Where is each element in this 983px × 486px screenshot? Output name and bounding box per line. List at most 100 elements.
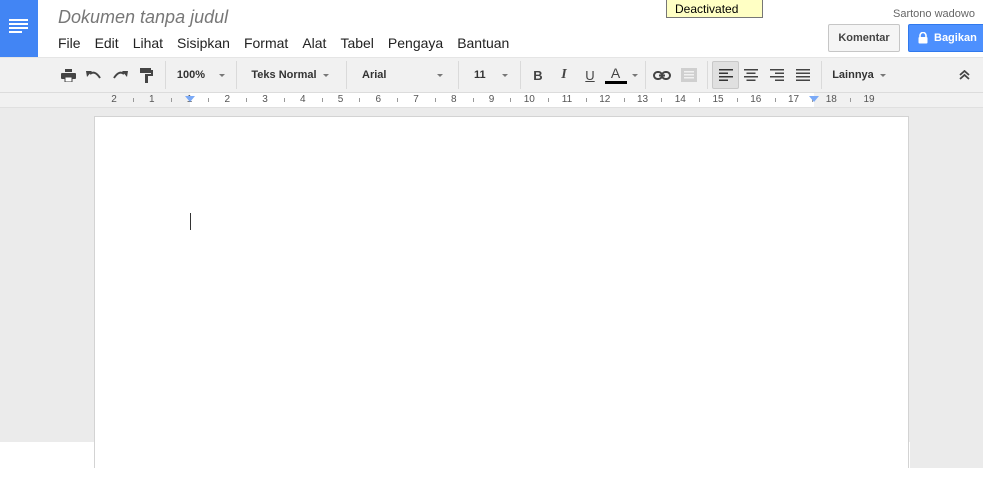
menu-insert[interactable]: Sisipkan [170,33,237,53]
ruler-tick [208,98,210,102]
menu-help[interactable]: Bantuan [450,33,516,53]
text-color-icon[interactable]: A [603,58,639,92]
ruler-tick [170,98,172,102]
align-left-icon[interactable] [712,61,739,89]
bold-label: B [533,67,543,83]
ruler-tick [472,98,474,102]
align-center-icon[interactable] [739,58,763,92]
chevron-down-icon [501,73,508,77]
ruler-label: 16 [750,94,762,105]
docs-logo-icon[interactable] [0,0,38,57]
paint-format-icon[interactable] [134,58,158,92]
document-page[interactable] [94,116,909,468]
underline-icon[interactable]: U [578,58,602,92]
undo-icon[interactable] [82,58,106,92]
comment-icon[interactable] [677,58,701,92]
tooltip: Deactivated [666,0,763,18]
ruler-tick [774,98,776,102]
ruler-tick [321,98,323,102]
menu-tools[interactable]: Alat [295,33,333,53]
ruler-tick [850,98,852,102]
menu-addons[interactable]: Pengaya [381,33,450,53]
ruler-label: 12 [599,94,611,105]
ruler-tick [736,98,738,102]
font-select[interactable]: Arial [356,58,448,92]
menu-table[interactable]: Tabel [333,33,380,53]
ruler-label: 6 [375,94,382,105]
ruler-label: 8 [450,94,457,105]
ruler-label: 14 [674,94,686,105]
collapse-icon[interactable] [952,58,976,92]
comment-button-label: Komentar [838,32,890,44]
share-button-label: Bagikan [934,32,977,44]
zoom-value: 100% [176,69,206,81]
ruler-tick [397,98,399,102]
ruler-label: 7 [413,94,419,105]
text-color-label: A [610,65,621,81]
underline-label: U [585,67,595,83]
more-label: Lainnya [832,69,874,81]
menu-file[interactable]: File [51,33,88,53]
ruler-tick [510,98,512,102]
ruler-label: 19 [863,94,875,105]
ruler-tick [283,98,285,102]
header: Dokumen tanpa judul File Edit Lihat Sisi… [0,0,983,57]
menu-format[interactable]: Format [237,33,295,53]
font-size-select[interactable]: 11 [466,58,516,92]
ruler-label: 17 [787,94,800,105]
menu-edit[interactable]: Edit [88,33,126,53]
font-value: Arial [362,69,387,81]
redo-icon[interactable] [108,58,132,92]
toolbar: 100% Teks Normal Arial 11 B I U A Lainny… [0,57,983,93]
align-justify-icon[interactable] [791,58,815,92]
menu-bar: File Edit Lihat Sisipkan Format Alat Tab… [51,33,516,53]
print-icon[interactable] [56,58,80,92]
ruler-tick [661,98,663,102]
style-select[interactable]: Teks Normal [244,58,336,92]
italic-label: I [561,67,567,82]
ruler-label: 15 [712,94,724,105]
ruler-label: 4 [299,94,306,105]
style-value: Teks Normal [251,69,317,81]
ruler-label: 2 [111,94,117,105]
chevron-down-icon [437,73,444,77]
chevron-down-icon [631,73,638,77]
link-icon[interactable] [650,58,674,92]
ruler-label: 18 [825,94,837,105]
ruler-label: 9 [488,94,495,105]
ruler-tick [699,98,701,102]
chevron-down-icon [879,73,886,77]
ruler-label: 5 [337,94,344,105]
document-title[interactable]: Dokumen tanpa judul [58,7,228,28]
comment-button[interactable]: Komentar [828,24,900,52]
ruler-label: 13 [636,94,649,105]
ruler-tick [132,98,134,102]
menu-view[interactable]: Lihat [126,33,170,53]
left-indent-marker[interactable] [185,96,195,102]
zoom-select[interactable]: 100% [172,58,230,92]
lock-icon [918,32,928,44]
italic-icon[interactable]: I [552,58,576,92]
ruler-label: 11 [561,94,573,105]
text-color-bar [604,81,627,84]
ruler-tick [548,98,550,102]
chevron-down-icon [322,73,329,77]
ruler-tick [623,98,625,102]
ruler-label: 2 [224,94,231,105]
ruler-tick [246,98,248,102]
bold-icon[interactable]: B [526,58,550,92]
ruler-tick [359,98,361,102]
right-indent-marker[interactable] [809,96,819,102]
align-right-icon[interactable] [765,58,789,92]
ruler-tick [585,98,587,102]
ruler-tick [434,98,436,102]
chevron-down-icon [219,73,226,77]
ruler: 2 1 1 2 3 4 5 6 7 8 9 10 11 12 13 14 15 16 17 18 19 [0,93,983,108]
user-name[interactable]: Sartono wadowo [893,8,975,20]
more-menu[interactable]: Lainnya [828,58,890,92]
ruler-label: 1 [148,94,155,105]
ruler-label: 10 [523,94,535,105]
text-caret [190,213,191,230]
ruler-label: 3 [262,94,268,105]
share-button[interactable]: Bagikan [908,24,983,52]
